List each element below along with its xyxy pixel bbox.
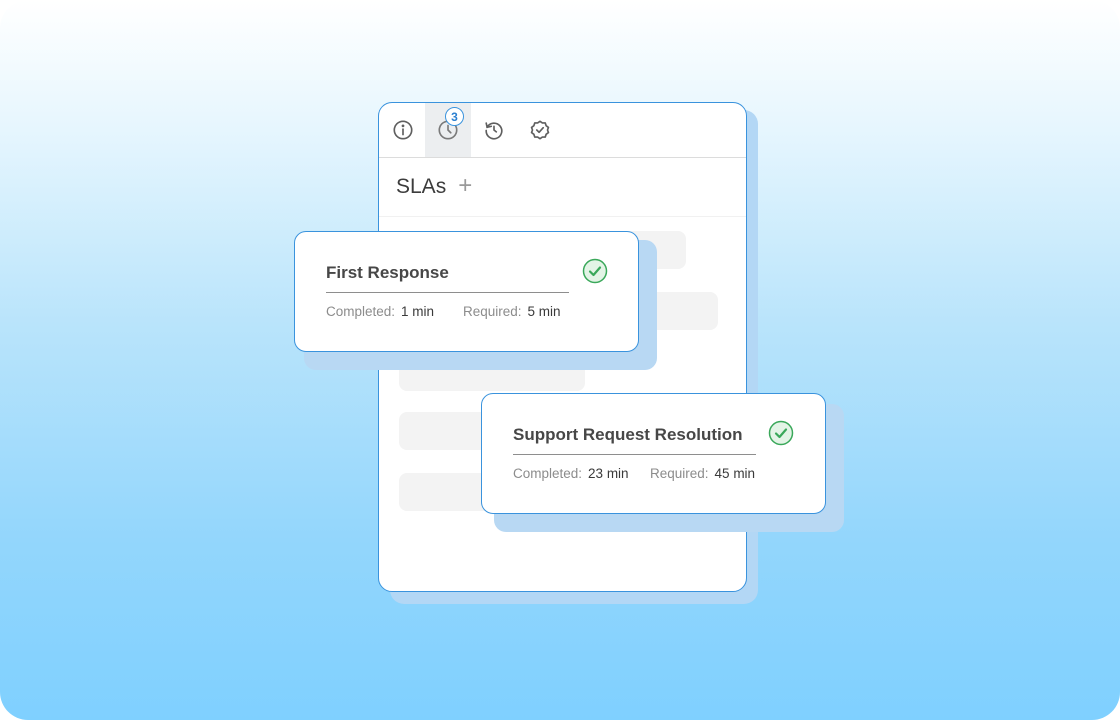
- completed-value: 1 min: [401, 304, 435, 319]
- card-title: First Response: [326, 263, 449, 282]
- history-icon: [485, 122, 503, 140]
- info-icon: [393, 120, 413, 140]
- sla-card-first-response[interactable]: First Response Completed: 1 min Required:…: [294, 231, 639, 352]
- required-meta: Required: 45 min: [650, 466, 755, 481]
- completed-value: 23 min: [588, 466, 629, 481]
- tab-bar: 3: [379, 103, 746, 158]
- card-divider: [513, 454, 756, 455]
- completed-meta: Completed: 23 min: [513, 466, 629, 481]
- check-circle-icon: [582, 258, 608, 284]
- panel-header: SLAs +: [379, 158, 746, 217]
- panel-title: SLAs: [396, 175, 447, 198]
- illustration-stage: 3 SLAs + First Response Completed: 1 min…: [0, 0, 1120, 720]
- add-sla-button[interactable]: +: [458, 174, 472, 198]
- sla-count-badge: 3: [445, 107, 464, 126]
- required-label: Required:: [463, 304, 522, 319]
- card-divider: [326, 292, 569, 293]
- tab-verified[interactable]: [517, 103, 563, 157]
- check-circle-icon: [768, 420, 794, 446]
- tab-info[interactable]: [380, 103, 426, 157]
- completed-label: Completed:: [513, 466, 583, 481]
- tab-sla[interactable]: 3: [425, 103, 471, 157]
- card-title: Support Request Resolution: [513, 425, 743, 444]
- badge-check-icon: [530, 120, 550, 140]
- required-value: 45 min: [714, 466, 756, 481]
- required-value: 5 min: [527, 304, 561, 319]
- required-meta: Required: 5 min: [463, 304, 561, 319]
- tab-history[interactable]: [471, 103, 517, 157]
- completed-label: Completed:: [326, 304, 396, 319]
- completed-meta: Completed: 1 min: [326, 304, 434, 319]
- sla-card-support-resolution[interactable]: Support Request Resolution Completed: 23 …: [481, 393, 826, 514]
- required-label: Required:: [650, 466, 709, 481]
